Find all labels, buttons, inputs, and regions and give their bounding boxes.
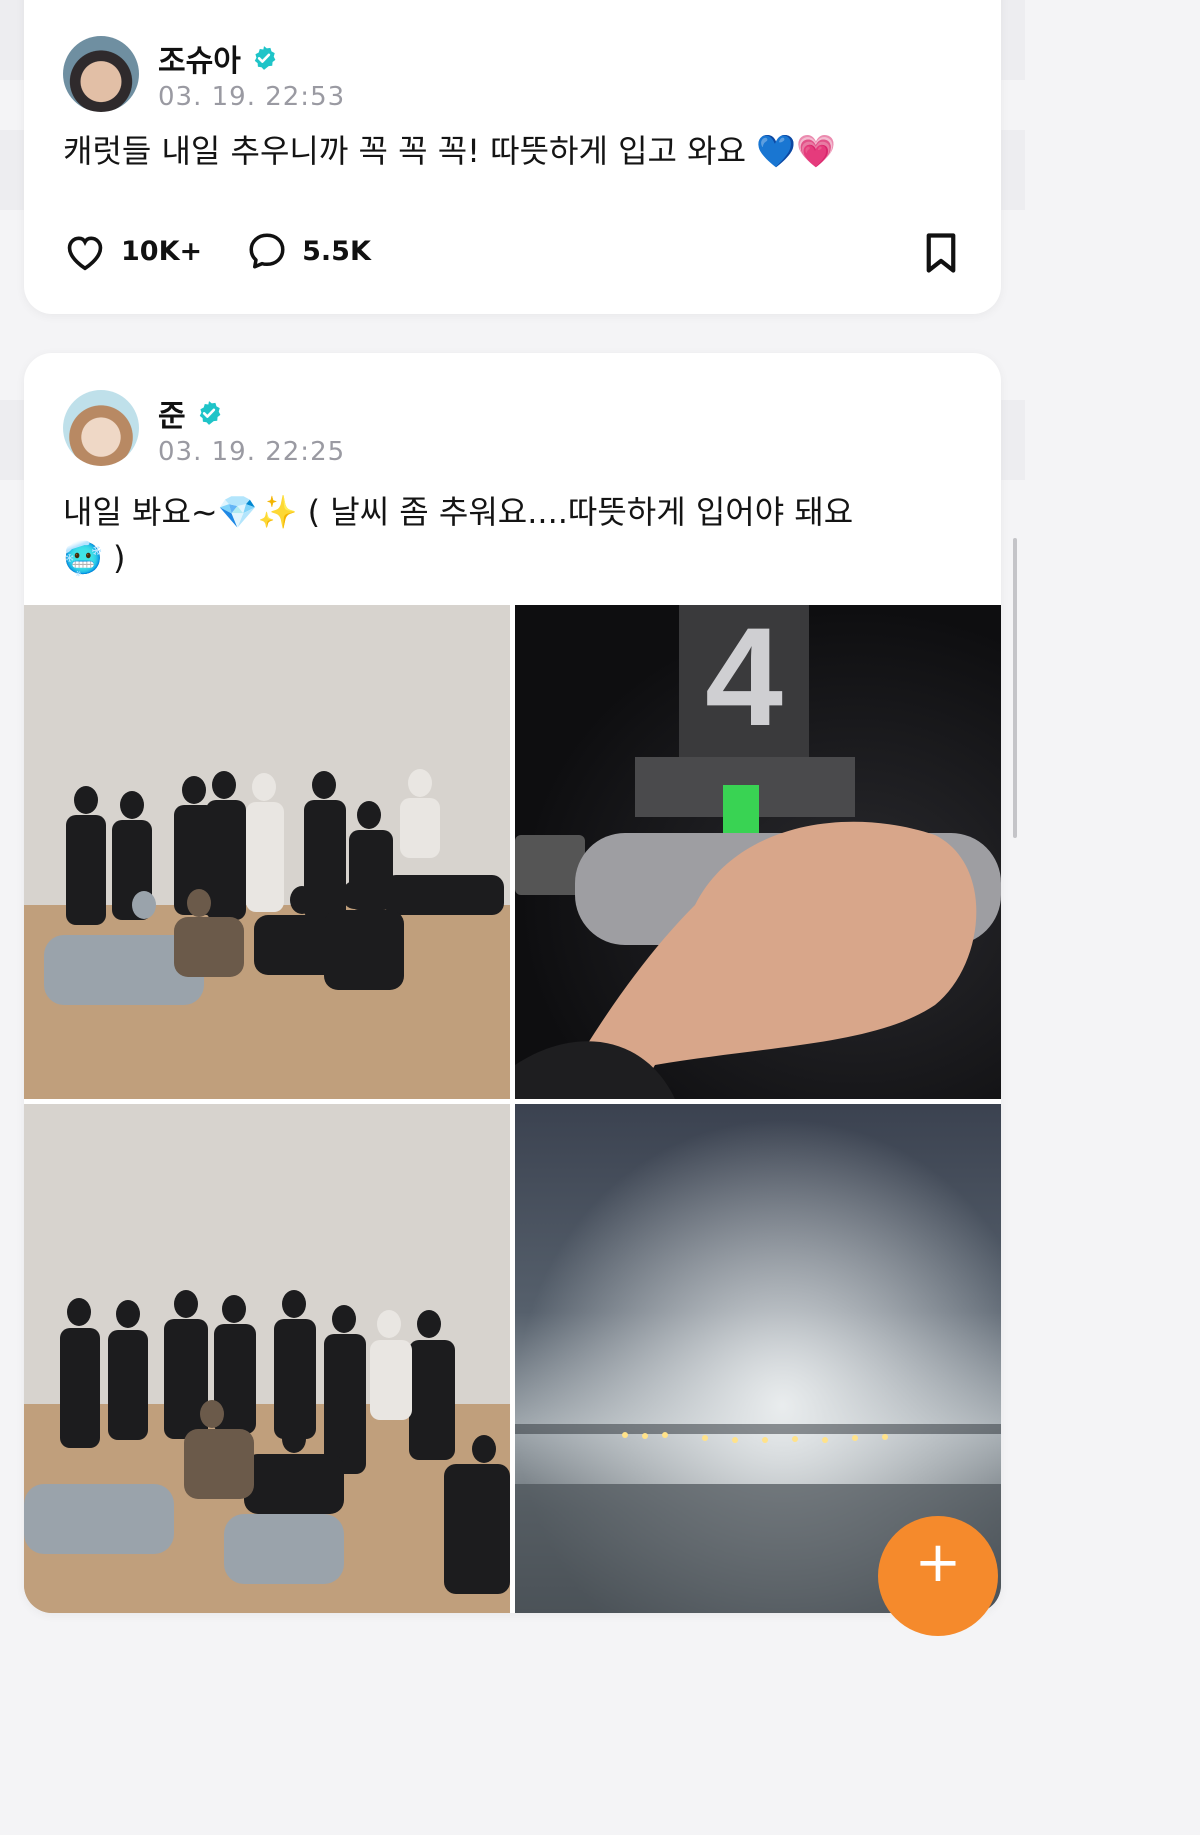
comment-count: 5.5K: [302, 235, 371, 267]
post-photo-group-dance-room[interactable]: [24, 1104, 510, 1613]
post-actions: 10K+ 5.5K: [63, 230, 415, 272]
post-text-line: 🥶 ): [63, 539, 126, 577]
post-author[interactable]: 조슈아: [158, 36, 277, 80]
scrollbar[interactable]: [1013, 538, 1017, 838]
like-button[interactable]: 10K+: [63, 231, 202, 271]
post-author[interactable]: 준: [158, 391, 222, 435]
post-photo-group-dance-room[interactable]: [24, 605, 510, 1099]
photo-group-silhouettes: [24, 1104, 510, 1613]
photo-group-silhouettes: [24, 605, 510, 1099]
heart-icon: [67, 236, 103, 271]
comment-button[interactable]: 5.5K: [246, 230, 371, 272]
photo-microphone: 4: [515, 605, 1001, 1099]
post-text: 내일 봐요~💎✨ ( 날씨 좀 추워요....따뜻하게 입어야 돼요 🥶 ): [63, 489, 853, 581]
new-post-fab[interactable]: +: [878, 1516, 998, 1636]
post-photo-microphone-hand[interactable]: 4: [515, 605, 1001, 1099]
author-name: 조슈아: [158, 44, 241, 79]
svg-text:4: 4: [705, 605, 783, 755]
post-card[interactable]: 준 03. 19. 22:25 내일 봐요~💎✨ ( 날씨 좀 추워요....따…: [24, 353, 1001, 1613]
post-text-line: 내일 봐요~💎✨ ( 날씨 좀 추워요....따뜻하게 입어야 돼요: [63, 493, 854, 531]
verified-badge-icon: [199, 401, 220, 425]
author-name: 준: [158, 399, 186, 434]
post-card[interactable]: 조슈아 03. 19. 22:53 캐럿들 내일 추우니까 꼭 꼭 꼭! 따뜻하…: [24, 0, 1001, 314]
verified-badge-icon: [254, 46, 276, 70]
comment-bubble-icon: [249, 233, 285, 269]
post-text: 캐럿들 내일 추우니까 꼭 꼭 꼭! 따뜻하게 입고 와요 💙💗: [63, 132, 836, 170]
like-count: 10K+: [121, 235, 203, 267]
plus-icon: +: [914, 1530, 962, 1595]
avatar[interactable]: [63, 390, 139, 466]
avatar[interactable]: [63, 36, 139, 112]
bookmark-icon[interactable]: [923, 232, 959, 274]
post-timestamp: 03. 19. 22:25: [158, 437, 346, 467]
post-timestamp: 03. 19. 22:53: [158, 82, 346, 112]
